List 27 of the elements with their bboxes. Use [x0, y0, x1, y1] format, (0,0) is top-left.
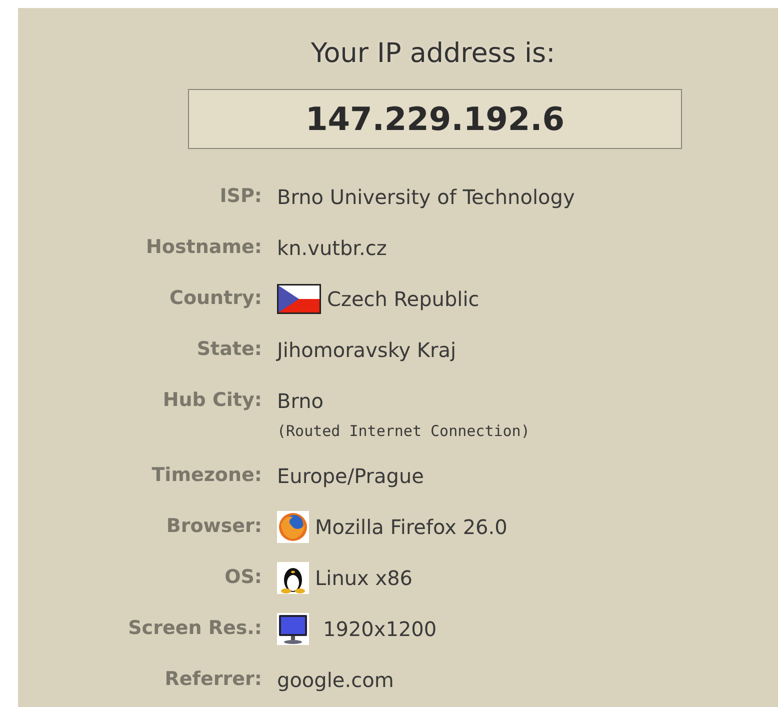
field-value: Czech Republic [327, 286, 480, 310]
field-value: Europe/Prague [277, 464, 424, 488]
field-label: Browser: [165, 514, 262, 539]
field-label: Hostname: [145, 235, 262, 260]
field-value: Brno [277, 388, 324, 412]
heading: Your IP address is: [310, 40, 556, 67]
monitor-icon [277, 612, 309, 644]
field-label: ISP: [218, 184, 262, 209]
field-label: Referrer: [164, 667, 262, 692]
field-value: Mozilla Firefox 26.0 [315, 514, 508, 538]
flag-icon [277, 284, 321, 314]
field-label: Timezone: [150, 463, 262, 488]
field-label: Country: [168, 286, 262, 311]
field-label: Screen Res.: [127, 616, 262, 641]
field-value: Jihomoravsky Kraj [277, 338, 456, 362]
field-value: Brno University of Technology [277, 184, 575, 208]
field-value: kn.vutbr.cz [277, 236, 387, 260]
field-note: (Routed Internet Connection) [277, 422, 531, 440]
field-value: 1920x1200 [323, 616, 437, 640]
field-label: OS: [224, 565, 262, 590]
globe-icon [277, 510, 309, 542]
penguin-icon [277, 562, 309, 594]
ip-address: 147.229.192.6 [188, 89, 682, 149]
field-value: Linux x86 [315, 566, 413, 590]
field-label: Hub City: [162, 388, 262, 413]
field-value: google.com [277, 668, 394, 692]
field-label: State: [196, 337, 262, 362]
